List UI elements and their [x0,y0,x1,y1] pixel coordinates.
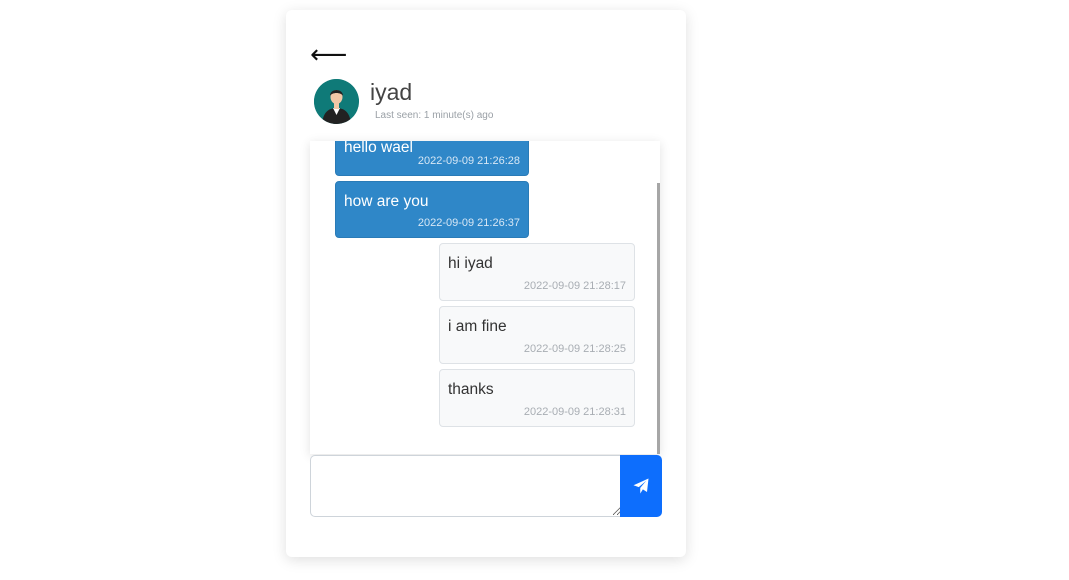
message-time: 2022-09-09 21:28:31 [523,406,626,418]
scrollbar[interactable] [657,183,660,454]
message-time: 2022-09-09 21:26:37 [417,217,520,229]
chat-card: ⟵ iyad Last seen: 1 minute(s) ago hello … [286,10,686,557]
message-input[interactable] [310,455,621,517]
send-button[interactable] [620,455,662,517]
contact-name: iyad [370,79,413,105]
message-bubble: hello wael 2022-09-09 21:26:28 [335,141,529,176]
message-time: 2022-09-09 21:26:28 [417,155,520,167]
message-bubble: i am fine 2022-09-09 21:28:25 [439,306,635,364]
message-text: how are you [344,193,429,210]
message-list[interactable]: hello wael 2022-09-09 21:26:28 how are y… [310,141,660,454]
back-arrow-icon[interactable]: ⟵ [310,41,347,67]
message-bubble: thanks 2022-09-09 21:28:31 [439,369,635,427]
paper-plane-icon [633,478,649,494]
message-time: 2022-09-09 21:28:25 [523,343,626,355]
message-text: i am fine [448,318,507,335]
avatar [314,79,359,124]
message-text: hi iyad [448,255,493,272]
message-bubble: how are you 2022-09-09 21:26:37 [335,181,529,238]
message-text: thanks [448,381,494,398]
message-bubble: hi iyad 2022-09-09 21:28:17 [439,243,635,301]
last-seen-status: Last seen: 1 minute(s) ago [375,110,494,121]
message-time: 2022-09-09 21:28:17 [523,280,626,292]
